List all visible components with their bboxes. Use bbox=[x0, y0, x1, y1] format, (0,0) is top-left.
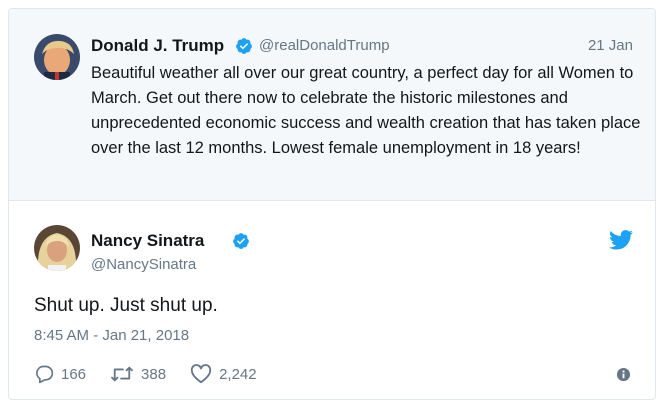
like-count: 2,242 bbox=[219, 365, 257, 383]
retweet-count: 388 bbox=[141, 365, 167, 383]
twitter-bird-icon[interactable] bbox=[609, 230, 633, 250]
quoted-author-name[interactable]: Donald J. Trump bbox=[91, 36, 224, 56]
quoted-tweet-text: Beautiful weather all over our great cou… bbox=[91, 64, 641, 157]
retweet-button[interactable]: 388 bbox=[110, 364, 166, 384]
embedded-tweet-card: Donald J. Trump @realDonaldTrump 21 Jan … bbox=[8, 8, 656, 400]
like-button[interactable]: 2,242 bbox=[190, 364, 257, 384]
retweet-icon bbox=[111, 366, 133, 382]
trump-avatar[interactable] bbox=[34, 34, 80, 80]
info-icon[interactable] bbox=[616, 367, 631, 382]
verified-badge-icon bbox=[233, 233, 249, 249]
tweet-actions: 166 388 2,242 bbox=[34, 363, 281, 385]
tweet-timestamp[interactable]: 8:45 AM - Jan 21, 2018 bbox=[34, 327, 189, 344]
sinatra-avatar[interactable] bbox=[34, 225, 80, 271]
quoted-tweet[interactable]: Donald J. Trump @realDonaldTrump 21 Jan … bbox=[9, 9, 655, 201]
quoted-author-handle[interactable]: @realDonaldTrump bbox=[259, 37, 390, 54]
reply-icon bbox=[36, 365, 54, 384]
heart-icon bbox=[190, 364, 212, 384]
reply-button[interactable]: 166 bbox=[34, 364, 86, 384]
author-handle[interactable]: @NancySinatra bbox=[91, 256, 196, 273]
verified-badge-icon bbox=[236, 38, 252, 54]
author-name[interactable]: Nancy Sinatra bbox=[91, 231, 204, 251]
quoted-tweet-date[interactable]: 21 Jan bbox=[588, 37, 633, 54]
reply-count: 166 bbox=[61, 365, 87, 383]
tweet-text: Shut up. Just shut up. bbox=[34, 295, 218, 316]
